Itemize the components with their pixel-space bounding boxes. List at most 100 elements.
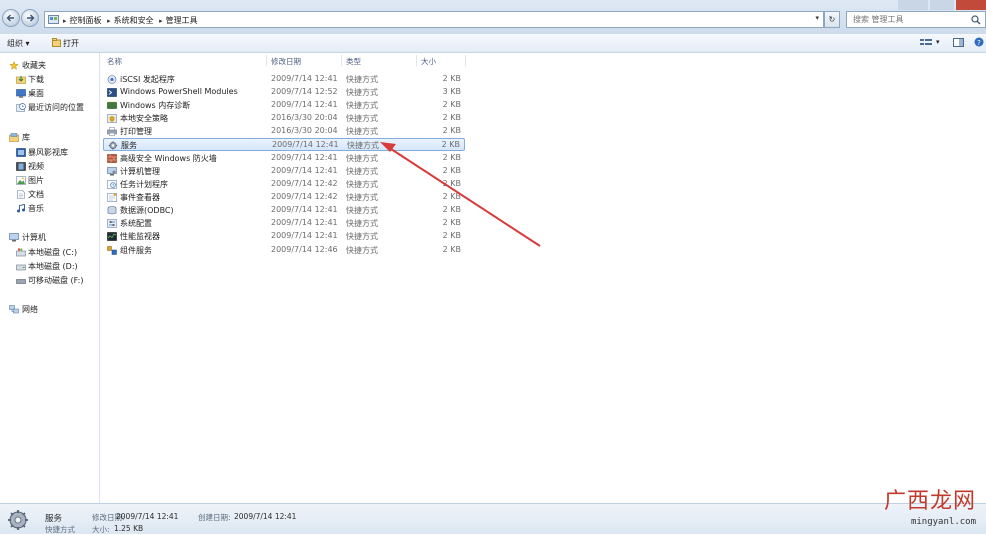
breadcrumb-admin-tools[interactable]: 管理工具: [166, 16, 198, 25]
file-name: 事件查看器: [120, 193, 160, 202]
recent-places-icon: [16, 103, 26, 112]
close-button[interactable]: [956, 0, 986, 10]
sidebar-item-label: 本地磁盘 (C:): [28, 248, 78, 257]
component-services-icon: [107, 246, 117, 255]
sidebar-item-label: 视频: [28, 162, 44, 171]
removable-drive-icon: [16, 279, 26, 284]
open-button[interactable]: 打开: [63, 38, 79, 49]
back-button[interactable]: [2, 9, 20, 27]
column-divider[interactable]: [416, 55, 417, 66]
file-size: 2 KB: [442, 113, 461, 122]
size-value: 1.25 KB: [114, 524, 144, 533]
file-date: 2009/7/14 12:41: [271, 218, 338, 227]
breadcrumb: ▸ 控制面板 ▸ 系统和安全 ▸ 管理工具: [63, 15, 201, 26]
sidebar-group-label: 收藏夹: [22, 61, 46, 70]
file-name: 组件服务: [120, 246, 152, 255]
file-date: 2009/7/14 12:41: [271, 231, 338, 240]
sidebar-group-label: 库: [22, 133, 30, 142]
search-box[interactable]: [846, 11, 986, 28]
file-type: 快捷方式: [346, 101, 378, 110]
file-date: 2009/7/14 12:42: [271, 192, 338, 201]
sidebar-item-label: 可移动磁盘 (F:): [28, 276, 84, 285]
command-bar: 组织 ▾ 打开 ▾ ?: [0, 34, 986, 53]
open-icon: [52, 38, 61, 47]
column-header-date[interactable]: 修改日期: [271, 56, 301, 67]
powershell-icon: [107, 88, 117, 97]
sidebar-item-label: 桌面: [28, 89, 44, 98]
chevron-right-icon: ▸: [107, 17, 111, 25]
maximize-button[interactable]: [930, 0, 954, 10]
control-panel-icon: [48, 15, 59, 24]
file-type: 快捷方式: [346, 88, 378, 97]
file-name: 任务计划程序: [120, 180, 168, 189]
view-options-icon[interactable]: [920, 38, 932, 47]
dropdown-arrow-icon[interactable]: ▾: [815, 14, 819, 22]
file-row-local-security-policy[interactable]: 本地安全策略 2016/3/30 20:04 快捷方式 2 KB: [103, 112, 465, 125]
column-divider[interactable]: [341, 55, 342, 66]
selected-item-type: 快捷方式: [45, 525, 75, 534]
file-name: 数据源(ODBC): [120, 206, 174, 215]
file-type: 快捷方式: [346, 75, 378, 84]
file-name: Windows PowerShell Modules: [120, 87, 238, 96]
refresh-button[interactable]: ↻: [824, 11, 840, 28]
column-header-size[interactable]: 大小: [421, 56, 436, 67]
search-icon[interactable]: [971, 15, 981, 25]
sidebar-item-label: 下载: [28, 75, 44, 84]
column-header-name[interactable]: 名称: [107, 56, 122, 67]
file-row-iscsi[interactable]: iSCSI 发起程序 2009/7/14 12:41 快捷方式 2 KB: [103, 73, 465, 86]
event-viewer-icon: [107, 193, 117, 202]
file-date: 2009/7/14 12:41: [271, 100, 338, 109]
sidebar-group-label: 计算机: [22, 233, 46, 242]
hard-drive-icon: [16, 264, 26, 271]
details-pane: 服务 快捷方式 修改日期: 2009/7/14 12:41 大小: 1.25 K…: [0, 503, 986, 534]
forward-button[interactable]: [21, 9, 39, 27]
address-field[interactable]: ▸ 控制面板 ▸ 系统和安全 ▸ 管理工具 ▾: [44, 11, 824, 28]
documents-icon: [17, 190, 25, 199]
file-type: 快捷方式: [346, 114, 378, 123]
watermark: 广西龙网 mingyanl.com: [884, 483, 976, 527]
sidebar-item-label: 文档: [28, 190, 44, 199]
file-size: 2 KB: [442, 126, 461, 135]
sidebar-item-label: 暴风影视库: [28, 148, 68, 157]
music-icon: [17, 204, 25, 213]
breadcrumb-system-security[interactable]: 系统和安全: [114, 16, 154, 25]
created-label: 创建日期:: [198, 513, 231, 522]
performance-monitor-icon: [107, 232, 117, 241]
sidebar-item-label: 最近访问的位置: [28, 103, 84, 112]
file-size: 3 KB: [442, 87, 461, 96]
column-divider[interactable]: [465, 55, 466, 66]
search-input[interactable]: [853, 15, 949, 24]
file-row-powershell[interactable]: Windows PowerShell Modules 2009/7/14 12:…: [103, 86, 465, 99]
organize-button[interactable]: 组织 ▾: [7, 38, 30, 49]
pictures-icon: [16, 176, 26, 185]
file-row-print-management[interactable]: 打印管理 2016/3/30 20:04 快捷方式 2 KB: [103, 125, 465, 138]
preview-pane-icon[interactable]: [953, 38, 964, 47]
network-icon: [9, 305, 19, 314]
database-icon: [107, 206, 117, 215]
file-size: 2 KB: [442, 100, 461, 109]
file-name: 本地安全策略: [120, 114, 168, 123]
file-name: 性能监视器: [120, 232, 160, 241]
address-bar-area: ▸ 控制面板 ▸ 系统和安全 ▸ 管理工具 ▾ ↻: [0, 0, 986, 35]
minimize-button[interactable]: [898, 0, 928, 10]
file-name: Windows 内存诊断: [120, 101, 191, 110]
view-dropdown-icon[interactable]: ▾: [936, 38, 940, 46]
computer-icon: [9, 233, 19, 242]
file-name: iSCSI 发起程序: [120, 75, 175, 84]
column-divider[interactable]: [266, 55, 267, 66]
column-header-type[interactable]: 类型: [346, 56, 361, 67]
library-icon: [9, 133, 19, 142]
sidebar-item-label: 音乐: [28, 204, 44, 213]
task-scheduler-icon: [107, 180, 117, 189]
help-icon[interactable]: ?: [974, 37, 984, 47]
column-header-row: 名称 修改日期 类型 大小: [103, 53, 469, 67]
file-row-memory-diagnostic[interactable]: Windows 内存诊断 2009/7/14 12:41 快捷方式 2 KB: [103, 99, 465, 112]
file-date: 2009/7/14 12:41: [272, 140, 339, 149]
iscsi-shortcut-icon: [107, 75, 117, 84]
videos-icon: [16, 162, 26, 171]
system-config-icon: [107, 219, 117, 228]
file-name: 系统配置: [120, 219, 152, 228]
watermark-brand: 广西龙网: [883, 489, 976, 514]
computer-management-icon: [107, 167, 117, 176]
breadcrumb-control-panel[interactable]: 控制面板: [70, 16, 102, 25]
